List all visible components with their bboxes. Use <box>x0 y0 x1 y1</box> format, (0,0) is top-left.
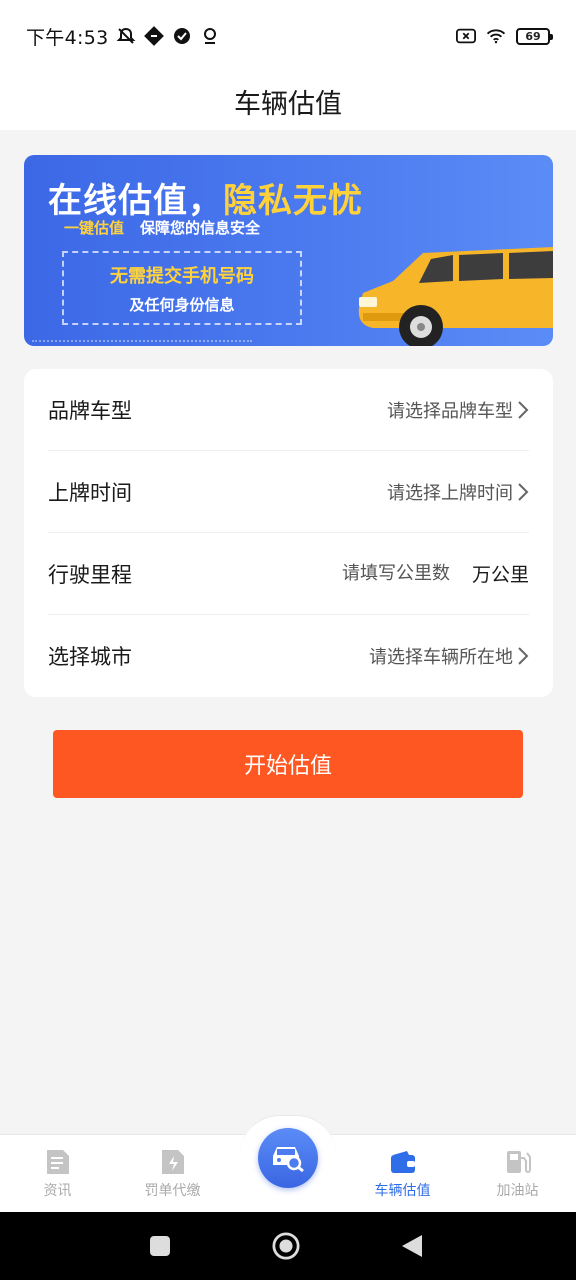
banner-sub-key: 一键估值 <box>64 219 125 237</box>
page-title: 车辆估值 <box>234 88 342 120</box>
promo-banner[interactable]: 在线估值，隐私无忧 一键估值 保障您的信息安全 无需提交手机号码 及任何身份信息 <box>24 155 553 346</box>
city-selector[interactable]: 请选择车辆所在地 <box>369 643 529 669</box>
chevron-right-icon <box>517 646 529 666</box>
start-valuation-button[interactable]: 开始估值 <box>53 730 523 798</box>
wallet-icon <box>389 1148 417 1176</box>
status-bar: 下午4:53 69 <box>0 0 576 72</box>
check-badge-icon <box>172 26 192 46</box>
banner-title-part2: 隐私无忧 <box>223 181 363 221</box>
banner-title: 在线估值，隐私无忧 <box>48 173 363 222</box>
registration-selector[interactable]: 请选择上牌时间 <box>387 479 529 505</box>
registration-label: 上牌时间 <box>48 480 132 505</box>
car-illustration <box>358 247 553 346</box>
back-icon[interactable] <box>398 1232 426 1260</box>
status-icons-right: 69 <box>456 26 553 46</box>
tab-news-label: 资讯 <box>43 1183 72 1199</box>
wifi-icon <box>486 26 506 46</box>
ticket-payment-icon <box>159 1148 187 1176</box>
form-row-registration[interactable]: 上牌时间 请选择上牌时间 <box>48 451 529 533</box>
chevron-right-icon <box>517 400 529 420</box>
registration-value: 请选择上牌时间 <box>387 482 513 504</box>
banner-title-part1: 在线估值， <box>48 181 223 221</box>
tab-gas-station[interactable]: 加油站 <box>460 1135 575 1213</box>
home-icon[interactable] <box>272 1232 300 1260</box>
tab-vehicle-valuation-label: 车辆估值 <box>374 1183 431 1199</box>
banner-info-box: 无需提交手机号码 及任何身份信息 <box>62 251 302 325</box>
tab-news[interactable]: 资讯 <box>0 1135 115 1213</box>
tab-ticket-payment[interactable]: 罚单代缴 <box>115 1135 230 1213</box>
battery-icon: 69 <box>516 27 553 45</box>
form-row-mileage: 行驶里程 万公里 <box>48 533 529 615</box>
car-search-icon <box>269 1140 307 1176</box>
tab-ticket-payment-label: 罚单代缴 <box>144 1183 201 1199</box>
city-value: 请选择车辆所在地 <box>369 647 513 668</box>
mute-bell-icon <box>116 26 136 46</box>
form-row-brand[interactable]: 品牌车型 请选择品牌车型 <box>48 369 529 451</box>
status-icons-left <box>116 26 220 46</box>
brand-label: 品牌车型 <box>48 398 132 423</box>
status-time: 下午4:53 <box>26 26 109 49</box>
city-label: 选择城市 <box>48 645 132 669</box>
tab-vehicle-valuation[interactable]: 车辆估值 <box>345 1135 460 1213</box>
center-car-search-button[interactable] <box>258 1128 318 1188</box>
mileage-input[interactable] <box>319 563 450 584</box>
tab-gas-station-label: 加油站 <box>496 1183 539 1199</box>
valuation-form: 品牌车型 请选择品牌车型 上牌时间 请选择上牌时间 行驶里程 万公里 选择城市 … <box>24 369 553 697</box>
recent-apps-icon[interactable] <box>146 1232 174 1260</box>
mileage-field-wrap: 万公里 <box>319 560 529 587</box>
banner-subtitle: 一键估值 保障您的信息安全 <box>64 217 260 238</box>
chevron-right-icon <box>517 482 529 502</box>
mileage-unit: 万公里 <box>471 564 529 586</box>
banner-box-line2: 及任何身份信息 <box>129 295 235 314</box>
system-navigation-bar <box>0 1212 576 1280</box>
gas-station-icon <box>504 1148 532 1176</box>
sim-off-icon <box>456 26 476 46</box>
banner-box-line1: 无需提交手机号码 <box>110 265 254 287</box>
brand-value: 请选择品牌车型 <box>387 400 513 422</box>
banner-dots <box>32 338 252 342</box>
header: 车辆估值 <box>0 72 576 130</box>
location-icon <box>200 26 220 46</box>
notification-icon <box>144 26 165 46</box>
banner-sub-text: 保障您的信息安全 <box>140 219 261 237</box>
mileage-label: 行驶里程 <box>48 562 132 587</box>
news-icon <box>44 1148 72 1176</box>
form-row-city[interactable]: 选择城市 请选择车辆所在地 <box>48 615 529 697</box>
brand-selector[interactable]: 请选择品牌车型 <box>387 397 529 423</box>
